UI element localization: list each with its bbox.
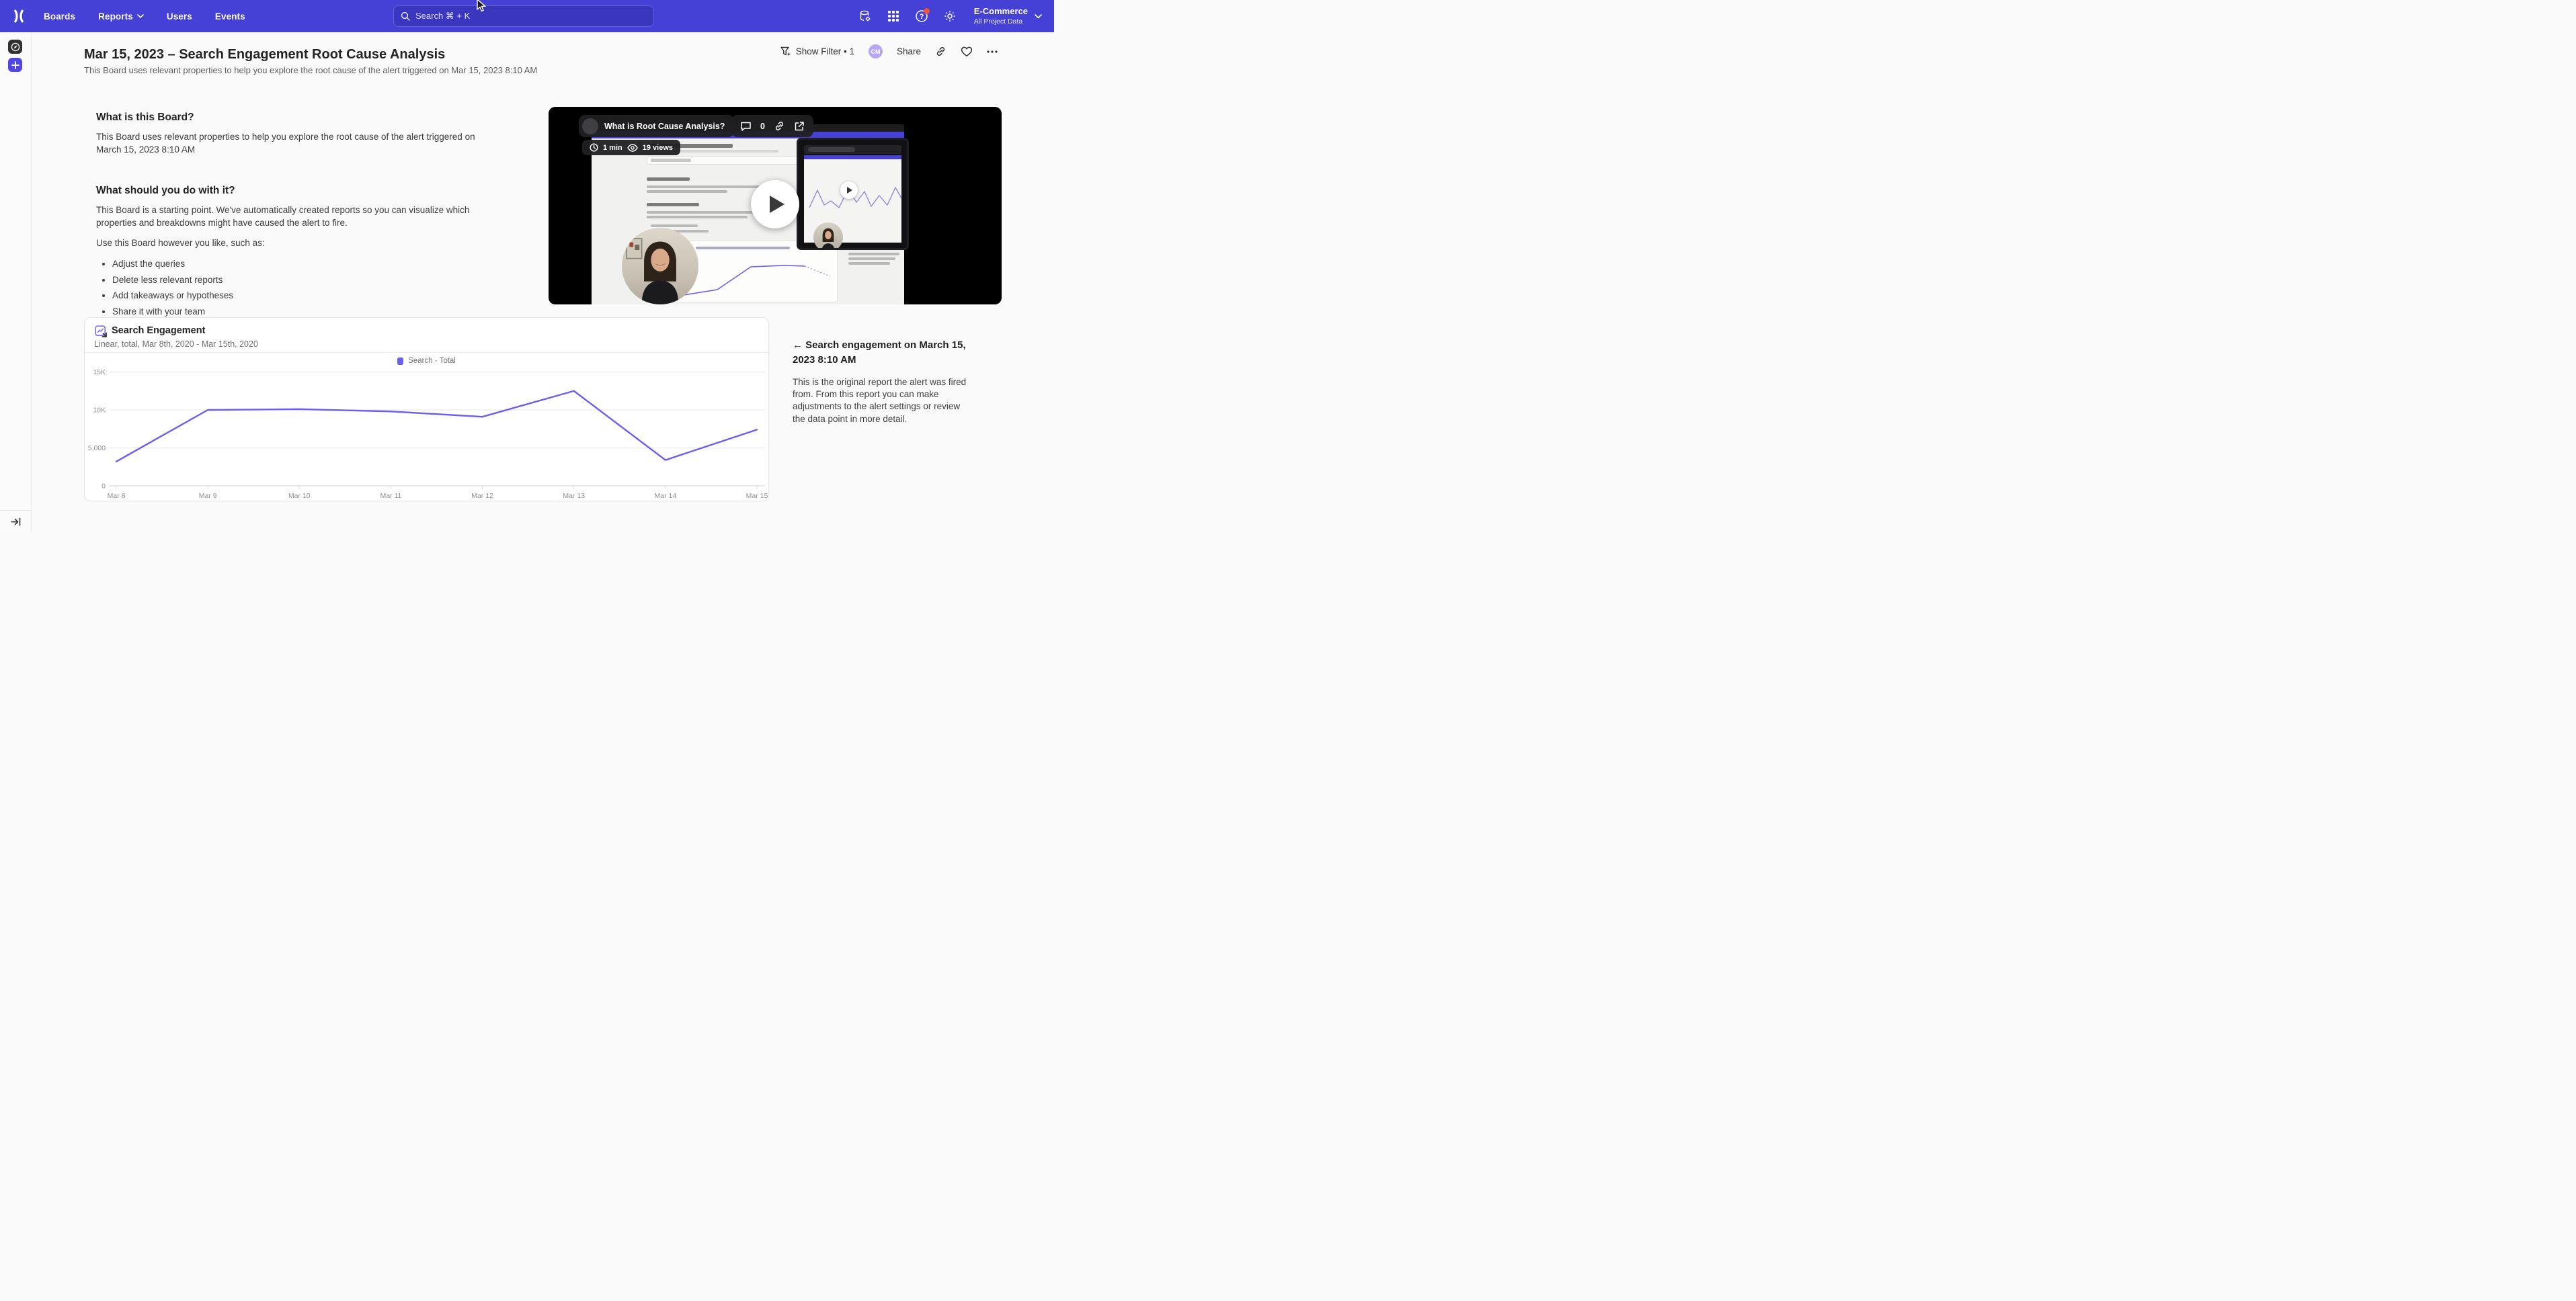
notification-dot <box>924 8 930 14</box>
share-button[interactable]: Share <box>897 46 921 56</box>
comment-icon[interactable] <box>740 121 752 132</box>
svg-text:Mar 9: Mar 9 <box>199 492 217 500</box>
video-title: What is Root Cause Analysis? <box>604 122 725 131</box>
section-heading-what-is: What is this Board? <box>96 112 513 124</box>
play-button[interactable] <box>751 180 799 228</box>
chevron-down-icon <box>1035 14 1042 19</box>
nav-item-boards[interactable]: Boards <box>44 11 75 22</box>
filter-plus-icon <box>780 46 791 57</box>
list-item: Adjust the queries <box>112 258 513 270</box>
report-card-header: Search Engagement Linear, total, Mar 8th… <box>85 318 768 353</box>
link-icon[interactable] <box>774 120 785 132</box>
settings-gear-icon[interactable] <box>943 9 957 23</box>
nav-item-users[interactable]: Users <box>167 11 192 22</box>
svg-text:5,000: 5,000 <box>88 444 106 452</box>
line-chart[interactable]: 0 5,000 10K 15K Mar 8 Mar 9 Mar 10 Mar 11 Mar 12… <box>85 353 768 501</box>
section-paragraph: This Board is a starting point. We've au… <box>96 204 512 230</box>
left-rail <box>0 32 32 532</box>
board-usage-list: Adjust the queries Delete less relevant … <box>112 258 513 317</box>
user-avatar[interactable]: CM <box>869 44 883 58</box>
copy-link-button[interactable] <box>935 46 947 57</box>
list-item: Delete less relevant reports <box>112 274 513 286</box>
nav-links: Boards Reports Users Events <box>44 11 245 22</box>
nav-item-reports-label: Reports <box>98 11 133 22</box>
nested-play-button[interactable] <box>840 181 858 199</box>
report-note: ← Search engagement on March 15, 2023 8:… <box>793 338 969 425</box>
page-subtitle: This Board uses relevant properties to h… <box>84 65 537 75</box>
svg-text:Mar 8: Mar 8 <box>108 492 126 500</box>
section-paragraph: This Board uses relevant properties to h… <box>96 131 499 157</box>
discover-boards-button[interactable] <box>8 40 22 54</box>
search-icon <box>401 11 410 21</box>
project-selector[interactable]: E-Commerce All Project Data <box>974 6 1042 26</box>
line-chart-report-icon <box>95 325 108 338</box>
svg-text:Mar 15: Mar 15 <box>746 492 768 500</box>
nested-video-mock <box>797 138 909 250</box>
open-external-icon[interactable] <box>794 121 805 132</box>
project-scope: All Project Data <box>974 17 1028 26</box>
mixpanel-logo-icon[interactable] <box>10 7 28 25</box>
svg-text:Mar 11: Mar 11 <box>380 492 401 500</box>
presenter-avatar <box>622 228 698 304</box>
show-filter-button[interactable]: Show Filter • 1 <box>780 46 854 57</box>
section-heading-what-to-do: What should you do with it? <box>96 185 513 197</box>
favorite-button[interactable] <box>961 46 973 57</box>
nav-right-cluster: ? E-Commerce All Project Data <box>858 0 1042 32</box>
compass-icon <box>11 42 20 52</box>
svg-text:?: ? <box>919 13 924 21</box>
top-navigation: Boards Reports Users Events Search ⌘ + K <box>0 0 1054 32</box>
svg-text:10K: 10K <box>93 407 106 415</box>
show-filter-label: Show Filter • 1 <box>796 46 854 56</box>
report-title[interactable]: Search Engagement <box>112 325 205 336</box>
svg-text:Mar 14: Mar 14 <box>655 492 677 500</box>
svg-text:Mar 12: Mar 12 <box>471 492 493 500</box>
comment-count: 0 <box>760 122 765 131</box>
note-heading: ← Search engagement on March 15, 2023 8:… <box>793 338 969 368</box>
apps-grid-icon[interactable] <box>887 9 900 23</box>
svg-text:0: 0 <box>102 482 106 491</box>
search-input[interactable]: Search ⌘ + K <box>393 5 654 27</box>
video-author-avatar <box>582 118 598 134</box>
clock-icon <box>590 143 598 152</box>
more-options-button[interactable] <box>987 50 998 53</box>
search-placeholder: Search ⌘ + K <box>415 11 470 22</box>
play-icon <box>770 196 784 213</box>
expand-sidebar-icon <box>11 517 21 526</box>
share-label: Share <box>897 46 921 56</box>
note-body: This is the original report the alert wa… <box>793 376 969 425</box>
video-views: 19 views <box>643 144 673 152</box>
board-controls: Show Filter • 1 CM Share <box>780 44 998 58</box>
link-icon <box>935 46 947 57</box>
video-duration: 1 min <box>603 144 622 152</box>
page-title: Mar 15, 2023 – Search Engagement Root Ca… <box>84 47 445 62</box>
plus-icon <box>11 61 19 69</box>
svg-text:Mar 13: Mar 13 <box>563 492 585 500</box>
report-subtitle: Linear, total, Mar 8th, 2020 - Mar 15th,… <box>94 339 258 349</box>
nested-presenter-avatar <box>813 222 843 250</box>
eye-icon <box>627 144 638 152</box>
nav-item-reports[interactable]: Reports <box>98 11 144 22</box>
project-name: E-Commerce <box>974 6 1028 17</box>
board-description-text: What is this Board? This Board uses rele… <box>96 112 513 321</box>
help-icon[interactable]: ? <box>915 9 928 23</box>
video-meta-pill: 1 min 19 views <box>582 140 680 155</box>
expand-sidebar-button[interactable] <box>0 510 31 532</box>
svg-text:15K: 15K <box>93 368 106 376</box>
svg-text:Mar 10: Mar 10 <box>288 492 311 500</box>
video-actions-pill: 0 <box>731 115 813 137</box>
nav-item-events[interactable]: Events <box>215 11 245 22</box>
create-new-button[interactable] <box>8 58 22 72</box>
ellipsis-icon <box>987 50 998 53</box>
video-title-pill: What is Root Cause Analysis? <box>579 115 734 137</box>
heart-icon <box>961 46 973 57</box>
chevron-down-icon <box>137 14 144 18</box>
video-player[interactable]: What is Root Cause Analysis? 0 1 min 19 … <box>549 107 1002 304</box>
data-management-icon[interactable] <box>858 9 872 23</box>
section-paragraph: Use this Board however you like, such as… <box>96 237 513 250</box>
report-card-search-engagement: Search Engagement Linear, total, Mar 8th… <box>84 317 769 501</box>
list-item: Add takeaways or hypotheses <box>112 290 513 302</box>
list-item: Share it with your team <box>112 306 513 318</box>
